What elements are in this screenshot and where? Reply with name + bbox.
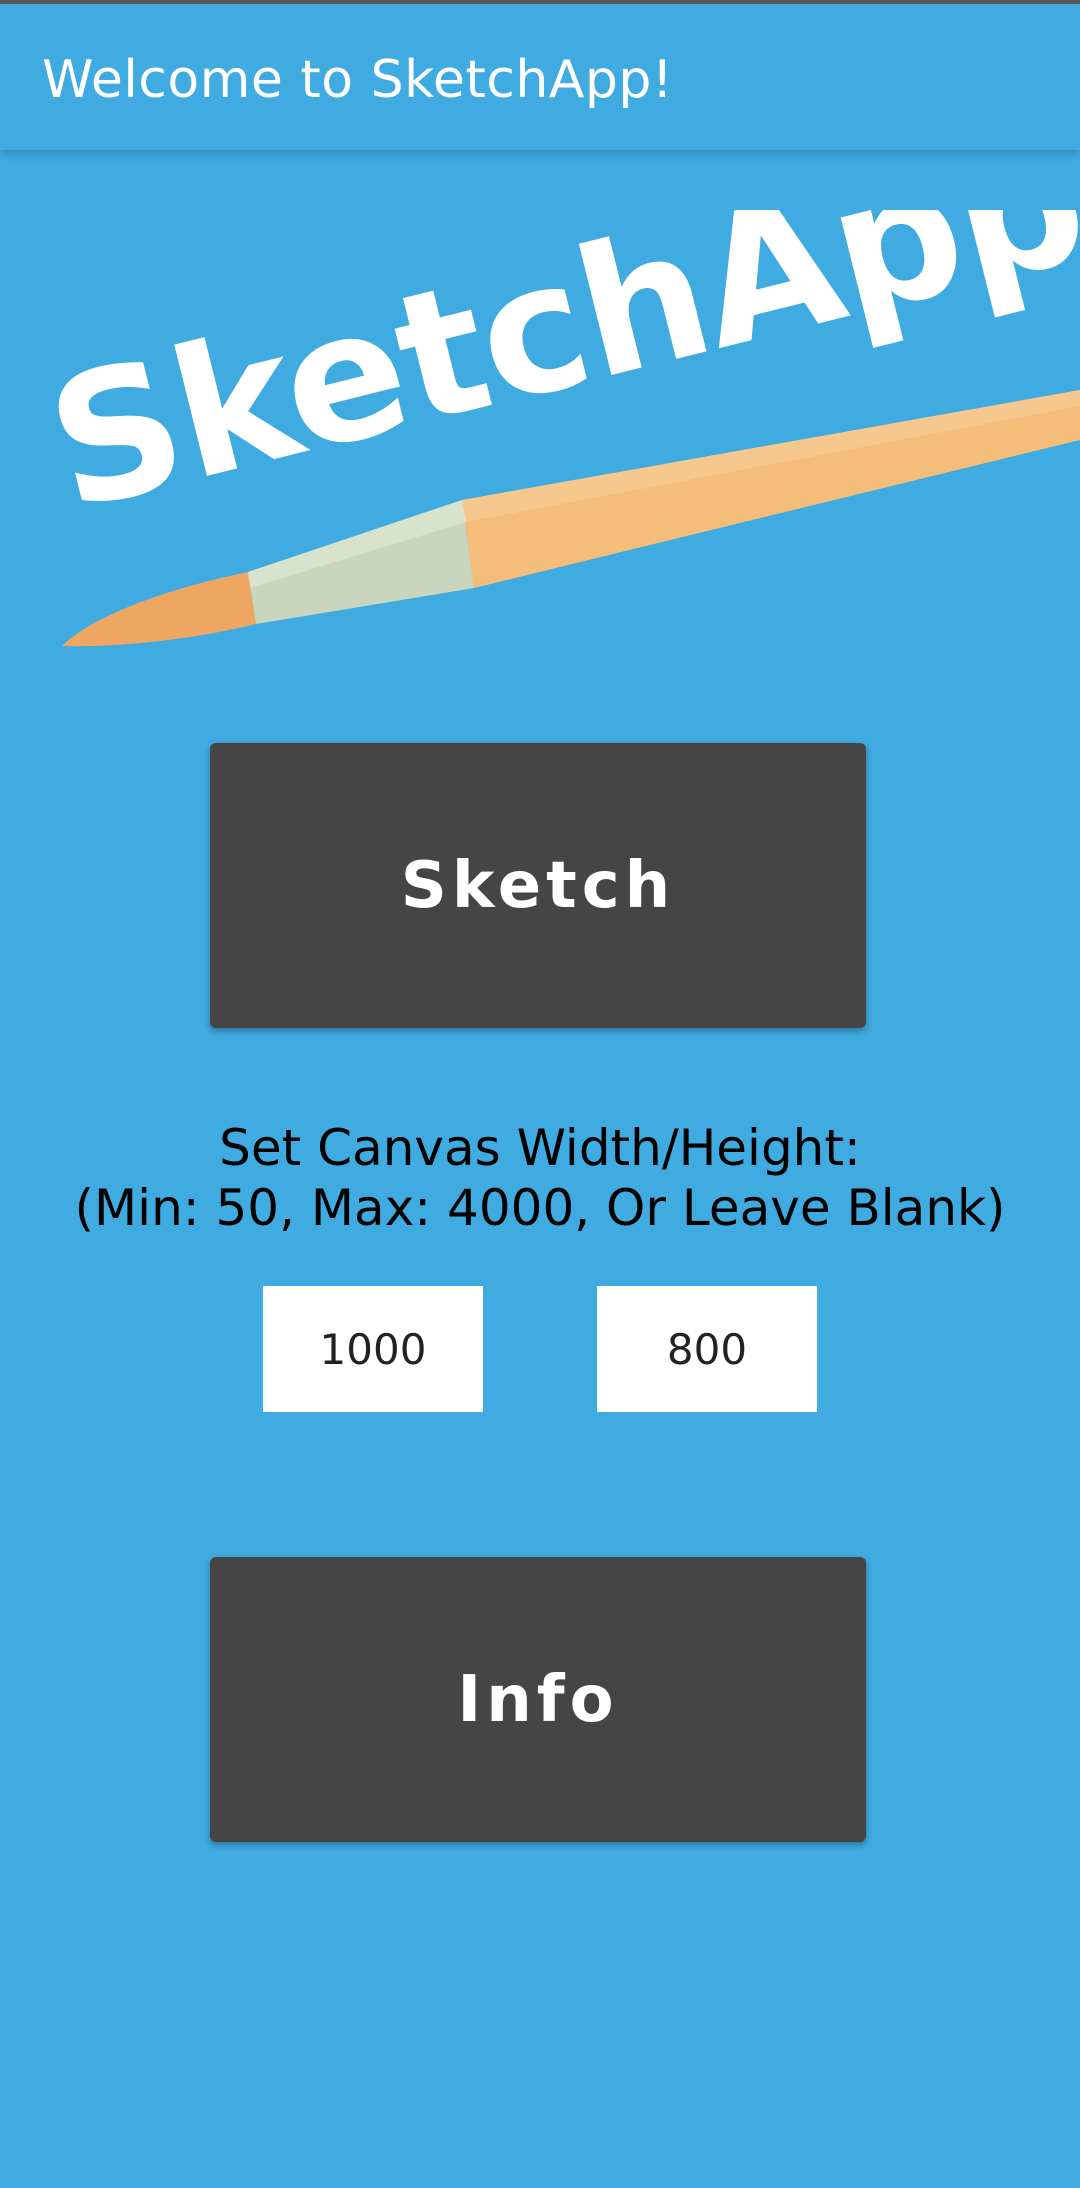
app-title: Welcome to SketchApp! <box>42 50 674 110</box>
canvas-width-input[interactable] <box>263 1286 483 1412</box>
info-button[interactable]: Info <box>210 1557 866 1842</box>
app-bar: Welcome to SketchApp! <box>0 4 1080 150</box>
sketchapp-logo: SketchApp <box>30 210 1080 647</box>
canvas-height-input[interactable] <box>597 1286 817 1412</box>
canvas-size-label-line2: (Min: 50, Max: 4000, Or Leave Blank) <box>74 1179 1006 1237</box>
canvas-size-label-line1: Set Canvas Width/Height: <box>219 1119 861 1177</box>
sketch-button[interactable]: Sketch <box>210 743 866 1028</box>
canvas-size-label: Set Canvas Width/Height: (Min: 50, Max: … <box>0 1118 1080 1238</box>
